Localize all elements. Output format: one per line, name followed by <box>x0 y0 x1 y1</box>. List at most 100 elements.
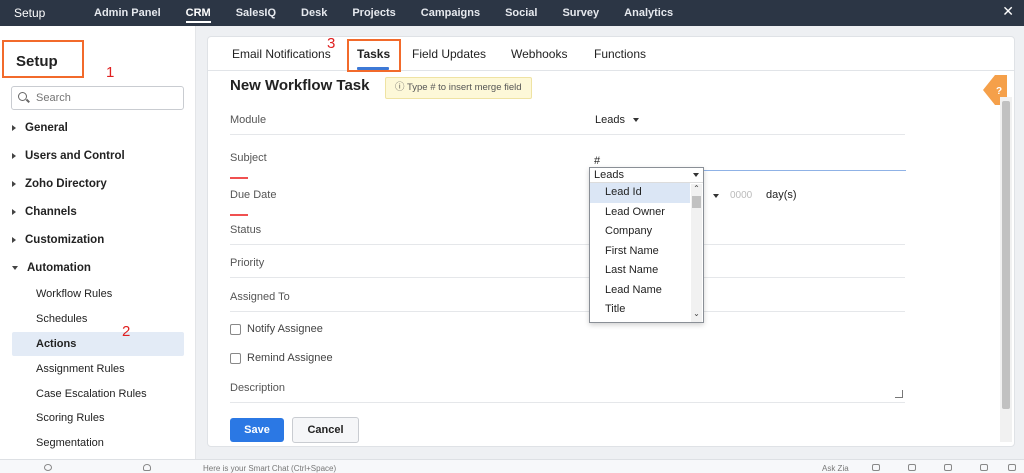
nav-admin-panel[interactable]: Admin Panel <box>94 0 174 26</box>
merge-option-lead-owner[interactable]: Lead Owner <box>590 203 690 223</box>
module-field: Module Leads <box>230 109 905 135</box>
sidebar-item-assignment-rules[interactable]: Assignment Rules <box>0 356 196 381</box>
status-field[interactable]: Status <box>230 219 905 245</box>
caret-right-icon <box>12 153 16 159</box>
nav-crm[interactable]: CRM <box>185 0 224 26</box>
tab-email-notifications[interactable]: Email Notifications <box>232 47 331 61</box>
nav-survey[interactable]: Survey <box>562 0 612 26</box>
checkbox[interactable] <box>230 352 241 364</box>
action-tabs: Email Notifications Tasks Field Updates … <box>208 35 1014 72</box>
caret-right-icon <box>12 237 16 243</box>
priority-field[interactable]: Priority <box>230 252 905 278</box>
sidebar-item-automation[interactable]: Automation <box>0 254 196 282</box>
days-unit: day(s) <box>766 189 797 201</box>
sidebar-item-customization[interactable]: Customization <box>0 226 196 254</box>
info-icon: ⓘ <box>395 82 405 93</box>
tab-functions[interactable]: Functions <box>594 47 646 61</box>
chevron-down-icon[interactable] <box>713 194 719 198</box>
dropdown-scrollbar-thumb[interactable] <box>692 196 701 208</box>
merge-field-hint: ⓘ Type # to insert merge field <box>385 77 532 99</box>
contacts-icon[interactable] <box>143 464 151 471</box>
caret-right-icon <box>12 209 16 215</box>
nav-desk[interactable]: Desk <box>301 0 340 26</box>
nav-projects[interactable]: Projects <box>352 0 408 26</box>
merge-option-lead-id[interactable]: Lead Id <box>590 183 690 203</box>
merge-module-select[interactable]: Leads <box>590 168 703 183</box>
merge-field-dropdown: Leads Lead Id Lead Owner Company First N… <box>589 167 704 323</box>
annotation-number: 1 <box>106 64 115 81</box>
notify-assignee-checkbox[interactable]: Notify Assignee <box>230 323 323 335</box>
nav-analytics[interactable]: Analytics <box>624 0 686 26</box>
nav-salesiq[interactable]: SalesIQ <box>236 0 289 26</box>
caret-down-icon <box>12 266 18 270</box>
search-icon <box>18 92 30 104</box>
checkbox[interactable] <box>230 323 241 335</box>
caret-right-icon <box>12 125 16 131</box>
tab-field-updates[interactable]: Field Updates <box>412 47 486 61</box>
merge-option-first-name[interactable]: First Name <box>590 242 690 262</box>
sidebar-menu: General Users and Control Zoho Directory… <box>0 114 196 456</box>
resize-handle-icon[interactable] <box>895 390 903 398</box>
sidebar-item-channels[interactable]: Channels <box>0 198 196 226</box>
tab-webhooks[interactable]: Webhooks <box>511 47 567 61</box>
merge-option-last-name[interactable]: Last Name <box>590 261 690 281</box>
sidebar-search[interactable] <box>11 86 184 110</box>
sidebar-item-schedules[interactable]: Schedules <box>0 307 196 332</box>
clock-icon[interactable] <box>980 464 988 471</box>
module-label: Module <box>230 114 267 126</box>
days-input[interactable]: 0000 <box>730 190 752 201</box>
sidebar-item-segmentation[interactable]: Segmentation <box>0 431 196 456</box>
nav-campaigns[interactable]: Campaigns <box>421 0 493 26</box>
merge-option-company[interactable]: Company <box>590 222 690 242</box>
status-label: Status <box>230 224 262 236</box>
description-field[interactable]: Description <box>230 377 905 403</box>
sidebar-item-case-escalation-rules[interactable]: Case Escalation Rules <box>0 381 196 406</box>
form-title: New Workflow Task <box>230 77 370 94</box>
smart-chat-input[interactable]: Here is your Smart Chat (Ctrl+Space) <box>203 464 336 473</box>
zia-icon[interactable] <box>872 464 880 471</box>
annotation-number: 2 <box>122 323 131 340</box>
main-scrollbar-thumb[interactable] <box>1002 101 1010 409</box>
required-marker <box>230 177 248 179</box>
sidebar-title: Setup <box>2 40 84 78</box>
save-button[interactable]: Save <box>230 418 284 442</box>
search-input[interactable] <box>36 92 176 104</box>
scroll-down-icon[interactable]: ⌄ <box>692 309 701 319</box>
ask-zia-button[interactable]: Ask Zia <box>822 464 849 473</box>
subject-field: Subject <box>230 147 906 179</box>
sidebar-item-scoring-rules[interactable]: Scoring Rules <box>0 406 196 431</box>
annotation-number: 3 <box>327 35 336 52</box>
remind-assignee-checkbox[interactable]: Remind Assignee <box>230 352 333 364</box>
print-icon[interactable] <box>1008 464 1016 471</box>
sidebar-item-workflow-rules[interactable]: Workflow Rules <box>0 282 196 307</box>
due-date-label: Due Date <box>230 189 277 201</box>
sidebar-item-general[interactable]: General <box>0 114 196 142</box>
app-title: Setup <box>14 6 46 20</box>
download-icon[interactable] <box>944 464 952 471</box>
cancel-button[interactable]: Cancel <box>292 417 359 443</box>
setup-sidebar: Setup 1 General Users and Control Zoho D… <box>0 26 196 459</box>
close-icon[interactable]: ✕ <box>1002 3 1014 20</box>
merge-option-lead-name[interactable]: Lead Name <box>590 281 690 301</box>
required-marker <box>230 214 248 216</box>
top-bar: Setup Admin Panel CRM SalesIQ Desk Proje… <box>0 0 1024 26</box>
chat-icon[interactable] <box>44 464 52 471</box>
caret-right-icon <box>12 181 16 187</box>
assigned-to-label: Assigned To <box>230 291 290 303</box>
due-date-field: Due Date 0000 day(s) <box>230 184 905 216</box>
sidebar-item-actions[interactable]: Actions <box>12 331 184 357</box>
assigned-to-field[interactable]: Assigned To <box>230 286 905 312</box>
priority-label: Priority <box>230 257 265 269</box>
scroll-up-icon[interactable]: ⌃ <box>692 184 701 194</box>
active-tab-indicator <box>357 67 389 70</box>
nav-social[interactable]: Social <box>505 0 550 26</box>
sidebar-item-users-and-control[interactable]: Users and Control <box>0 142 196 170</box>
description-label: Description <box>230 382 286 394</box>
module-select[interactable]: Leads <box>595 114 639 126</box>
sidebar-item-zoho-directory[interactable]: Zoho Directory <box>0 170 196 198</box>
merge-option-title[interactable]: Title <box>590 300 690 320</box>
subject-label: Subject <box>230 152 267 164</box>
notes-icon[interactable] <box>908 464 916 471</box>
help-glyph: ? <box>996 86 1002 97</box>
bottom-bar: Here is your Smart Chat (Ctrl+Space) Ask… <box>0 459 1024 473</box>
